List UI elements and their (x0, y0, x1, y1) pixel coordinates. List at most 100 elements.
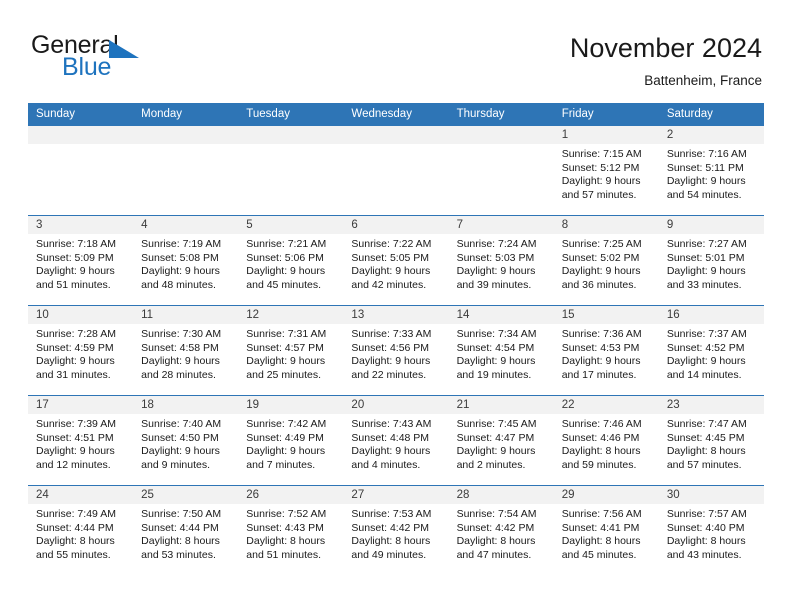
sunset-text: Sunset: 4:57 PM (246, 341, 324, 354)
daylight-text: Daylight: 9 hours and 57 minutes. (561, 175, 641, 201)
day-number: 7 (448, 216, 554, 234)
calendar-day-cell[interactable]: 18 Sunrise: 7:40 AM Sunset: 4:50 PM Dayligh… (133, 395, 239, 486)
calendar-day-cell[interactable]: 23 Sunrise: 7:47 AM Sunset: 4:45 PM Dayligh… (658, 395, 764, 486)
day-number: 12 (238, 306, 344, 324)
calendar-day-cell[interactable]: 24 Sunrise: 7:49 AM Sunset: 4:44 PM Dayligh… (28, 485, 134, 576)
daylight-text: Daylight: 9 hours and 22 minutes. (351, 355, 431, 381)
day-details: Sunrise: 7:18 AM Sunset: 5:09 PM Daylight:… (28, 234, 133, 292)
calendar-day-cell[interactable]: 14 Sunrise: 7:34 AM Sunset: 4:54 PM Dayligh… (448, 305, 554, 396)
day-number: 27 (343, 486, 449, 504)
brand-logo[interactable]: General Blue (31, 33, 146, 81)
calendar-day-cell[interactable]: 19 Sunrise: 7:42 AM Sunset: 4:49 PM Dayligh… (238, 395, 344, 486)
weekday-header-tuesday: Tuesday (238, 103, 344, 126)
sunrise-text: Sunrise: 7:31 AM (246, 328, 327, 340)
day-number: 5 (238, 216, 344, 234)
day-details: Sunrise: 7:33 AM Sunset: 4:56 PM Daylight:… (343, 324, 448, 382)
page-header: General Blue November 2024 Battenheim, F… (0, 0, 792, 103)
day-number: 25 (133, 486, 239, 504)
sunrise-text: Sunrise: 7:57 AM (666, 508, 747, 520)
day-number: 8 (553, 216, 659, 234)
day-details: Sunrise: 7:24 AM Sunset: 5:03 PM Daylight:… (449, 234, 554, 292)
day-details: Sunrise: 7:15 AM Sunset: 5:12 PM Daylight:… (554, 144, 659, 202)
day-details: Sunrise: 7:31 AM Sunset: 4:57 PM Daylight:… (238, 324, 343, 382)
sunset-text: Sunset: 4:49 PM (246, 431, 324, 444)
sunrise-text: Sunrise: 7:42 AM (246, 418, 327, 430)
day-details: Sunrise: 7:45 AM Sunset: 4:47 PM Daylight:… (449, 414, 554, 472)
daylight-text: Daylight: 9 hours and 42 minutes. (351, 265, 431, 291)
sunset-text: Sunset: 4:50 PM (141, 431, 219, 444)
day-number: 22 (553, 396, 659, 414)
calendar-day-cell[interactable]: 9 Sunrise: 7:27 AM Sunset: 5:01 PM Daylight… (658, 215, 764, 306)
weekday-header-friday: Friday (553, 103, 659, 126)
daylight-text: Daylight: 9 hours and 48 minutes. (141, 265, 220, 291)
day-details: Sunrise: 7:56 AM Sunset: 4:41 PM Daylight:… (554, 504, 659, 562)
calendar-day-cell[interactable]: 4 Sunrise: 7:19 AM Sunset: 5:08 PM Daylight… (133, 215, 239, 306)
sunrise-text: Sunrise: 7:28 AM (36, 328, 116, 340)
calendar-day-cell[interactable]: 1 Sunrise: 7:15 AM Sunset: 5:12 PM Daylight… (553, 125, 659, 216)
calendar-day-cell[interactable]: 29 Sunrise: 7:56 AM Sunset: 4:41 PM Dayligh… (553, 485, 659, 576)
day-details: Sunrise: 7:16 AM Sunset: 5:11 PM Daylight:… (659, 144, 764, 202)
sunrise-text: Sunrise: 7:39 AM (36, 418, 116, 430)
sunset-text: Sunset: 4:44 PM (36, 521, 114, 534)
calendar-day-cell[interactable]: 11 Sunrise: 7:30 AM Sunset: 4:58 PM Dayligh… (133, 305, 239, 396)
calendar-day-cell-empty (28, 125, 134, 216)
calendar-day-cell[interactable]: 3 Sunrise: 7:18 AM Sunset: 5:09 PM Daylight… (28, 215, 134, 306)
day-number (238, 126, 344, 144)
calendar-day-cell[interactable]: 30 Sunrise: 7:57 AM Sunset: 4:40 PM Dayligh… (658, 485, 764, 576)
sunrise-text: Sunrise: 7:27 AM (666, 238, 747, 250)
calendar-day-cell[interactable]: 7 Sunrise: 7:24 AM Sunset: 5:03 PM Daylight… (448, 215, 554, 306)
calendar-day-cell[interactable]: 10 Sunrise: 7:28 AM Sunset: 4:59 PM Dayligh… (28, 305, 134, 396)
sunrise-text: Sunrise: 7:47 AM (666, 418, 747, 430)
calendar-day-cell[interactable]: 20 Sunrise: 7:43 AM Sunset: 4:48 PM Dayligh… (343, 395, 449, 486)
sunrise-text: Sunrise: 7:18 AM (36, 238, 116, 250)
sunrise-text: Sunrise: 7:16 AM (666, 148, 747, 160)
calendar-day-cell-empty (133, 125, 239, 216)
weekday-header: Sunday Monday Tuesday Wednesday Thursday Frid… (28, 103, 764, 126)
calendar-day-cell[interactable]: 25 Sunrise: 7:50 AM Sunset: 4:44 PM Dayligh… (133, 485, 239, 576)
triangle-icon (109, 40, 139, 58)
calendar-day-cell[interactable]: 22 Sunrise: 7:46 AM Sunset: 4:46 PM Dayligh… (553, 395, 659, 486)
sunset-text: Sunset: 5:02 PM (561, 251, 640, 264)
sunset-text: Sunset: 4:42 PM (351, 521, 430, 534)
calendar-day-cell[interactable]: 16 Sunrise: 7:37 AM Sunset: 4:52 PM Dayligh… (658, 305, 764, 396)
calendar-day-cell[interactable]: 2 Sunrise: 7:16 AM Sunset: 5:11 PM Daylight… (658, 125, 764, 216)
sunset-text: Sunset: 4:41 PM (561, 521, 640, 534)
daylight-text: Daylight: 8 hours and 43 minutes. (666, 535, 746, 561)
sunrise-text: Sunrise: 7:36 AM (561, 328, 642, 340)
calendar-week-row: 17 Sunrise: 7:39 AM Sunset: 4:51 PM Dayligh… (28, 395, 764, 486)
day-number: 2 (658, 126, 764, 144)
calendar-day-cell[interactable]: 17 Sunrise: 7:39 AM Sunset: 4:51 PM Dayligh… (28, 395, 134, 486)
day-number: 29 (553, 486, 659, 504)
day-details: Sunrise: 7:43 AM Sunset: 4:48 PM Daylight:… (343, 414, 448, 472)
calendar-day-cell[interactable]: 27 Sunrise: 7:53 AM Sunset: 4:42 PM Dayligh… (343, 485, 449, 576)
calendar-body: 1 Sunrise: 7:15 AM Sunset: 5:12 PM Daylight… (28, 125, 764, 576)
calendar-day-cell[interactable]: 5 Sunrise: 7:21 AM Sunset: 5:06 PM Daylight… (238, 215, 344, 306)
calendar-day-cell[interactable]: 6 Sunrise: 7:22 AM Sunset: 5:05 PM Daylight… (343, 215, 449, 306)
day-details: Sunrise: 7:30 AM Sunset: 4:58 PM Daylight:… (133, 324, 238, 382)
sunset-text: Sunset: 4:56 PM (351, 341, 430, 354)
calendar-day-cell[interactable]: 28 Sunrise: 7:54 AM Sunset: 4:42 PM Dayligh… (448, 485, 554, 576)
day-details: Sunrise: 7:28 AM Sunset: 4:59 PM Daylight:… (28, 324, 133, 382)
weekday-header-wednesday: Wednesday (343, 103, 449, 126)
day-number: 13 (343, 306, 449, 324)
calendar-week-row: 10 Sunrise: 7:28 AM Sunset: 4:59 PM Dayligh… (28, 305, 764, 396)
day-details: Sunrise: 7:21 AM Sunset: 5:06 PM Daylight:… (238, 234, 343, 292)
calendar-day-cell[interactable]: 15 Sunrise: 7:36 AM Sunset: 4:53 PM Dayligh… (553, 305, 659, 396)
day-details: Sunrise: 7:42 AM Sunset: 4:49 PM Daylight:… (238, 414, 343, 472)
sunset-text: Sunset: 4:48 PM (351, 431, 430, 444)
calendar-day-cell[interactable]: 21 Sunrise: 7:45 AM Sunset: 4:47 PM Dayligh… (448, 395, 554, 486)
sunrise-text: Sunrise: 7:37 AM (666, 328, 747, 340)
sunrise-text: Sunrise: 7:22 AM (351, 238, 432, 250)
day-details: Sunrise: 7:49 AM Sunset: 4:44 PM Daylight:… (28, 504, 133, 562)
sunset-text: Sunset: 5:01 PM (666, 251, 745, 264)
calendar-day-cell[interactable]: 12 Sunrise: 7:31 AM Sunset: 4:57 PM Dayligh… (238, 305, 344, 396)
sunset-text: Sunset: 4:46 PM (561, 431, 640, 444)
day-number: 4 (133, 216, 239, 234)
day-details: Sunrise: 7:27 AM Sunset: 5:01 PM Daylight:… (659, 234, 764, 292)
day-number: 9 (658, 216, 764, 234)
day-number: 3 (28, 216, 134, 234)
calendar-day-cell[interactable]: 26 Sunrise: 7:52 AM Sunset: 4:43 PM Dayligh… (238, 485, 344, 576)
calendar-day-cell[interactable]: 13 Sunrise: 7:33 AM Sunset: 4:56 PM Dayligh… (343, 305, 449, 396)
calendar-day-cell[interactable]: 8 Sunrise: 7:25 AM Sunset: 5:02 PM Daylight… (553, 215, 659, 306)
day-number: 17 (28, 396, 134, 414)
